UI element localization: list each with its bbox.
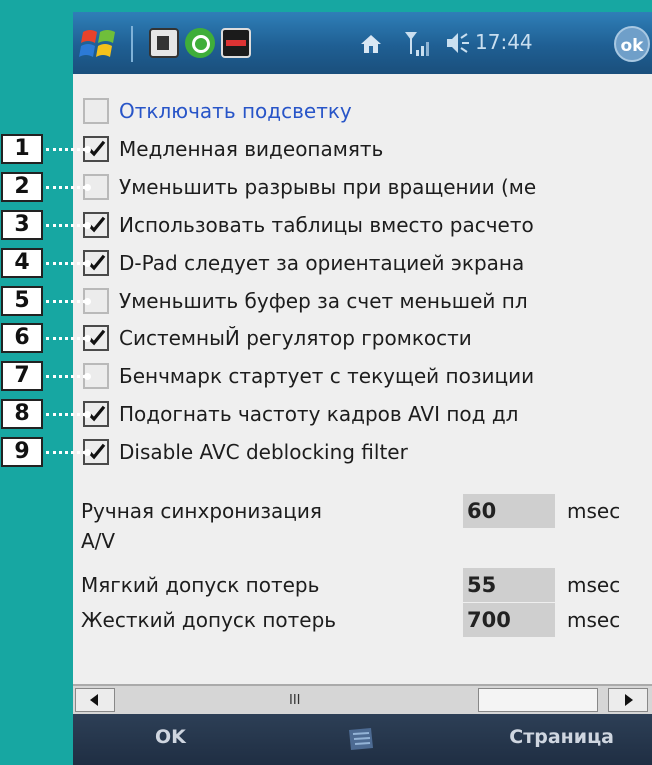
scroll-track-grip-icon: III (289, 693, 301, 708)
video-player-icon[interactable] (221, 28, 251, 58)
option-row[interactable]: Уменьшить буфер за счет меньшей пл (83, 284, 652, 318)
option-label: D-Pad следует за ориентацией экрана (119, 250, 525, 275)
sync-icon[interactable] (185, 28, 215, 58)
callout-dot (84, 183, 91, 191)
manual-sync-unit: msec (567, 499, 621, 523)
option-row[interactable]: Уменьшить разрывы при вращении (ме (83, 170, 652, 204)
callout-dot (84, 259, 91, 267)
option-label: Disable AVC deblocking filter (119, 440, 408, 465)
option-row[interactable]: D-Pad следует за ориентацией экрана (83, 246, 652, 280)
status-divider (131, 26, 133, 62)
arrow-left-icon (90, 694, 98, 706)
option-checkbox[interactable] (83, 98, 109, 124)
callout-badge: 7 (1, 361, 43, 392)
callout-leader-line (46, 375, 86, 379)
callout-leader-line (46, 413, 86, 417)
scroll-left-button[interactable] (75, 688, 115, 712)
option-label: Отключать подсветку (119, 99, 352, 123)
hard-tolerance-input[interactable]: 700 (463, 603, 555, 637)
softkey-page[interactable]: Страница (509, 726, 614, 748)
windows-flag-icon[interactable] (79, 26, 119, 62)
softkey-ok[interactable]: OK (155, 726, 186, 748)
callout-dot (84, 297, 91, 305)
callout-badge: 5 (1, 285, 43, 316)
home-icon[interactable] (359, 33, 383, 55)
option-row[interactable]: СистемныЙ регулятор громкости (83, 321, 652, 355)
pocket-pc-screen: 17:44 ok Отключать подсветку Медленная ви… (73, 12, 652, 765)
settings-page: Отключать подсветку Медленная видеопамять… (73, 74, 652, 684)
app-window-icon[interactable] (149, 28, 179, 58)
callout-leader-line (46, 261, 86, 265)
hard-tolerance-label: Жесткий допуск потерь (81, 608, 337, 632)
option-row[interactable]: Подогнать частоту кадров AVI под дл (83, 397, 652, 431)
softkey-bar: OK Страница (73, 714, 652, 765)
option-label: СистемныЙ регулятор громкости (119, 326, 472, 351)
callout-leader-line (46, 147, 86, 151)
option-label: Бенчмарк стартует с текущей позиции (119, 364, 535, 389)
speaker-icon[interactable] (445, 30, 471, 56)
arrow-right-icon (625, 694, 633, 706)
option-label: Уменьшить разрывы при вращении (ме (119, 174, 537, 199)
callout-leader-line (46, 451, 86, 455)
status-bar: 17:44 ok (73, 12, 652, 74)
callout-badge: 2 (1, 171, 43, 202)
callout-badge: 1 (1, 133, 43, 164)
option-row[interactable]: Бенчмарк стартует с текущей позиции (83, 359, 652, 393)
soft-tolerance-input[interactable]: 55 (463, 568, 555, 602)
soft-tolerance-label: Мягкий допуск потерь (81, 573, 320, 597)
option-row[interactable]: Медленная видеопамять (83, 132, 652, 166)
callout-leader-line (46, 337, 86, 341)
option-row[interactable]: Отключать подсветку (83, 94, 652, 128)
scroll-thumb[interactable] (478, 688, 598, 712)
option-row[interactable]: Disable AVC deblocking filter (83, 435, 652, 469)
callout-leader-line (46, 223, 86, 227)
soft-tolerance-unit: msec (567, 573, 621, 597)
manual-sync-input[interactable]: 60 (463, 494, 555, 528)
option-label: Подогнать частоту кадров AVI под дл (119, 402, 519, 427)
hard-tolerance-unit: msec (567, 608, 621, 632)
keyboard-icon[interactable] (343, 724, 377, 754)
callout-leader-line (46, 299, 86, 303)
callout-badge: 9 (1, 437, 43, 468)
callout-dot (84, 145, 91, 153)
signal-icon[interactable] (403, 28, 431, 58)
callout-badge: 3 (1, 209, 43, 240)
option-label: Медленная видеопамять (119, 136, 384, 161)
callout-badge: 6 (1, 323, 43, 354)
scroll-right-button[interactable] (608, 688, 648, 712)
option-label: Использовать таблицы вместо расчето (119, 212, 534, 237)
callout-badge: 4 (1, 247, 43, 278)
callout-badge: 8 (1, 399, 43, 430)
horizontal-scrollbar[interactable]: III (73, 684, 652, 714)
option-row[interactable]: Использовать таблицы вместо расчето (83, 208, 652, 242)
option-label: Уменьшить буфер за счет меньшей пл (119, 288, 528, 313)
clock[interactable]: 17:44 (475, 30, 533, 54)
callout-leader-line (46, 185, 86, 189)
manual-sync-label: Ручная синхронизация A/V (81, 499, 322, 553)
ok-button[interactable]: ok (614, 26, 650, 62)
callout-dot (84, 221, 91, 229)
